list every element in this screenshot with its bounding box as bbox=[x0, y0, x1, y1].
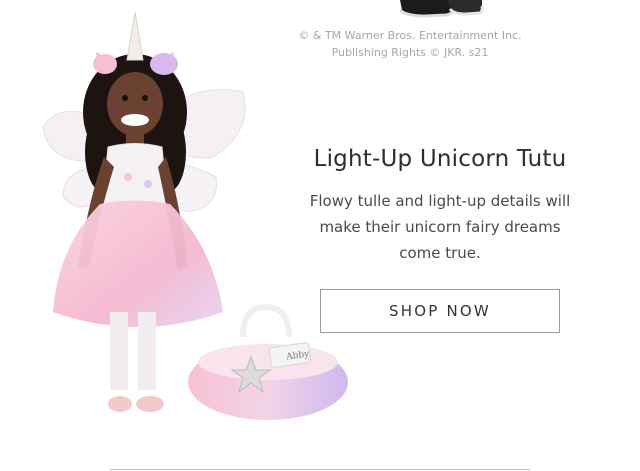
section-divider bbox=[110, 469, 530, 470]
promo-title: Light-Up Unicorn Tutu bbox=[313, 146, 567, 172]
promo-description: Flowy tulle and light-up details will ma… bbox=[309, 192, 571, 262]
product-photo[interactable]: Abby bbox=[38, 12, 348, 442]
sneaker-image bbox=[398, 0, 484, 18]
shop-now-button[interactable]: SHOP NOW bbox=[320, 289, 560, 333]
